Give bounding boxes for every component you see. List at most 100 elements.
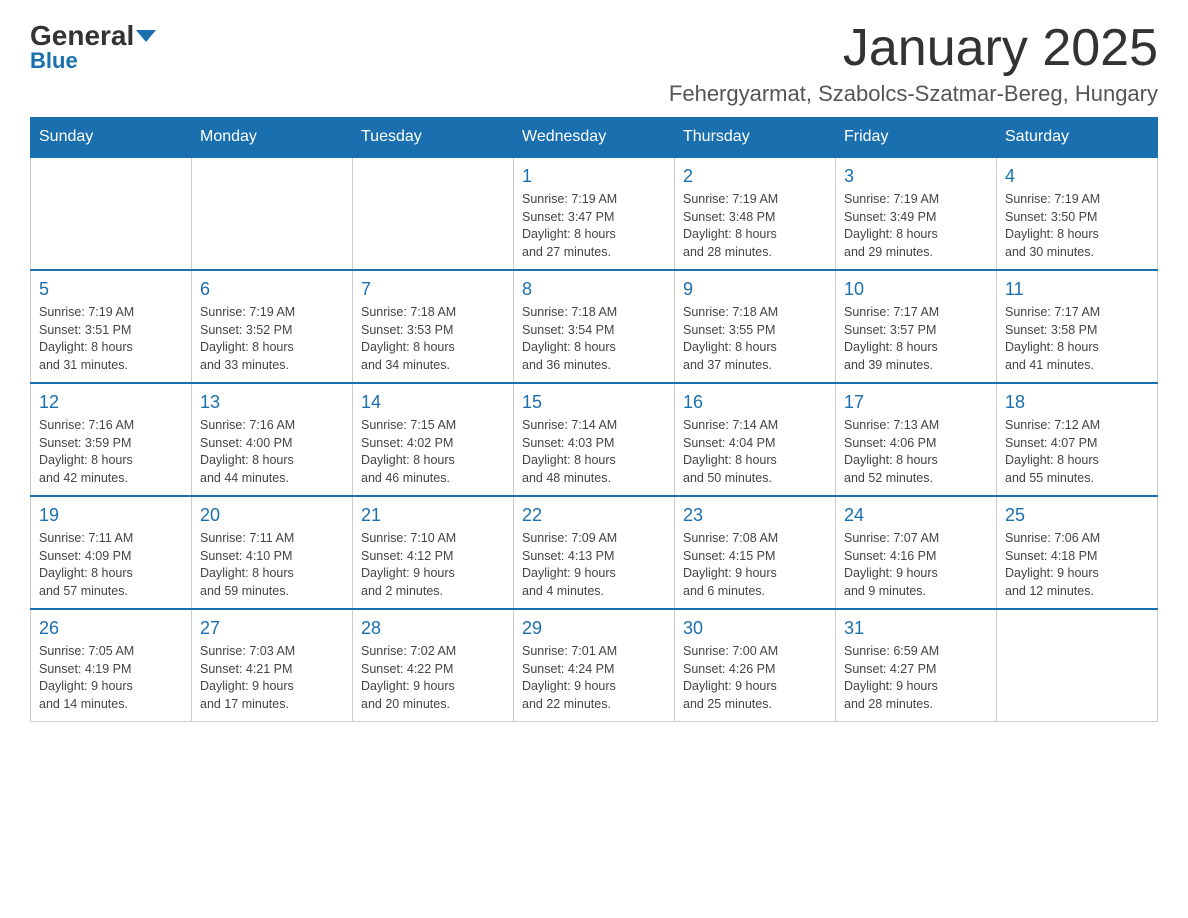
weekday-header-monday: Monday <box>192 118 353 158</box>
weekday-header-friday: Friday <box>836 118 997 158</box>
day-number: 20 <box>200 505 344 526</box>
calendar-table: SundayMondayTuesdayWednesdayThursdayFrid… <box>30 117 1158 722</box>
calendar-cell: 19Sunrise: 7:11 AMSunset: 4:09 PMDayligh… <box>31 496 192 609</box>
page-header: General Blue January 2025 Fehergyarmat, … <box>30 20 1158 107</box>
day-number: 25 <box>1005 505 1149 526</box>
day-number: 31 <box>844 618 988 639</box>
weekday-header-sunday: Sunday <box>31 118 192 158</box>
day-number: 7 <box>361 279 505 300</box>
day-number: 1 <box>522 166 666 187</box>
calendar-cell: 26 Sunrise: 7:05 AMSunset: 4:19 PMDayligh… <box>31 609 192 722</box>
week-row-3: 12Sunrise: 7:16 AMSunset: 3:59 PMDayligh… <box>31 383 1158 496</box>
day-number: 21 <box>361 505 505 526</box>
day-info: Sunrise: 7:19 AMSunset: 3:52 PMDaylight:… <box>200 304 344 374</box>
day-info: Sunrise: 7:08 AMSunset: 4:15 PMDaylight:… <box>683 530 827 600</box>
week-row-5: 26 Sunrise: 7:05 AMSunset: 4:19 PMDayligh… <box>31 609 1158 722</box>
calendar-cell: 27 Sunrise: 7:03 AMSunset: 4:21 PMDayligh… <box>192 609 353 722</box>
calendar-cell: 14 Sunrise: 7:15 AMSunset: 4:02 PMDayligh… <box>353 383 514 496</box>
weekday-header-wednesday: Wednesday <box>514 118 675 158</box>
calendar-cell: 5 Sunrise: 7:19 AMSunset: 3:51 PMDaylight… <box>31 270 192 383</box>
day-number: 26 <box>39 618 183 639</box>
day-info: Sunrise: 7:19 AMSunset: 3:51 PMDaylight:… <box>39 304 183 374</box>
day-number: 9 <box>683 279 827 300</box>
weekday-header-thursday: Thursday <box>675 118 836 158</box>
day-number: 15 <box>522 392 666 413</box>
calendar-cell: 3Sunrise: 7:19 AMSunset: 3:49 PMDaylight… <box>836 157 997 270</box>
calendar-cell: 1 Sunrise: 7:19 AMSunset: 3:47 PMDaylight… <box>514 157 675 270</box>
calendar-cell: 31 Sunrise: 6:59 AMSunset: 4:27 PMDayligh… <box>836 609 997 722</box>
calendar-cell <box>192 157 353 270</box>
day-number: 28 <box>361 618 505 639</box>
day-info: Sunrise: 7:18 AMSunset: 3:54 PMDaylight:… <box>522 304 666 374</box>
calendar-cell: 30 Sunrise: 7:00 AMSunset: 4:26 PMDayligh… <box>675 609 836 722</box>
day-info: Sunrise: 7:05 AMSunset: 4:19 PMDaylight:… <box>39 643 183 713</box>
week-row-4: 19Sunrise: 7:11 AMSunset: 4:09 PMDayligh… <box>31 496 1158 609</box>
weekday-header-row: SundayMondayTuesdayWednesdayThursdayFrid… <box>31 118 1158 158</box>
calendar-cell: 12Sunrise: 7:16 AMSunset: 3:59 PMDayligh… <box>31 383 192 496</box>
calendar-cell <box>31 157 192 270</box>
day-info: Sunrise: 7:07 AMSunset: 4:16 PMDaylight:… <box>844 530 988 600</box>
day-info: Sunrise: 7:11 AMSunset: 4:09 PMDaylight:… <box>39 530 183 600</box>
calendar-cell: 13Sunrise: 7:16 AMSunset: 4:00 PMDayligh… <box>192 383 353 496</box>
day-info: Sunrise: 7:18 AMSunset: 3:53 PMDaylight:… <box>361 304 505 374</box>
calendar-cell: 6Sunrise: 7:19 AMSunset: 3:52 PMDaylight… <box>192 270 353 383</box>
day-info: Sunrise: 7:19 AMSunset: 3:48 PMDaylight:… <box>683 191 827 261</box>
day-info: Sunrise: 7:06 AMSunset: 4:18 PMDaylight:… <box>1005 530 1149 600</box>
calendar-cell: 20 Sunrise: 7:11 AMSunset: 4:10 PMDayligh… <box>192 496 353 609</box>
day-info: Sunrise: 7:03 AMSunset: 4:21 PMDaylight:… <box>200 643 344 713</box>
calendar-cell: 9 Sunrise: 7:18 AMSunset: 3:55 PMDaylight… <box>675 270 836 383</box>
day-info: Sunrise: 7:16 AMSunset: 4:00 PMDaylight:… <box>200 417 344 487</box>
day-number: 24 <box>844 505 988 526</box>
logo-triangle-icon <box>136 30 156 42</box>
day-info: Sunrise: 7:15 AMSunset: 4:02 PMDaylight:… <box>361 417 505 487</box>
day-info: Sunrise: 7:09 AMSunset: 4:13 PMDaylight:… <box>522 530 666 600</box>
day-info: Sunrise: 7:19 AMSunset: 3:47 PMDaylight:… <box>522 191 666 261</box>
day-number: 2 <box>683 166 827 187</box>
calendar-cell: 17 Sunrise: 7:13 AMSunset: 4:06 PMDayligh… <box>836 383 997 496</box>
weekday-header-saturday: Saturday <box>997 118 1158 158</box>
day-number: 3 <box>844 166 988 187</box>
calendar-cell: 28 Sunrise: 7:02 AMSunset: 4:22 PMDayligh… <box>353 609 514 722</box>
day-number: 5 <box>39 279 183 300</box>
calendar-cell: 21 Sunrise: 7:10 AMSunset: 4:12 PMDayligh… <box>353 496 514 609</box>
title-block: January 2025 Fehergyarmat, Szabolcs-Szat… <box>669 20 1158 107</box>
day-info: Sunrise: 7:02 AMSunset: 4:22 PMDaylight:… <box>361 643 505 713</box>
calendar-cell: 10 Sunrise: 7:17 AMSunset: 3:57 PMDayligh… <box>836 270 997 383</box>
day-info: Sunrise: 7:10 AMSunset: 4:12 PMDaylight:… <box>361 530 505 600</box>
calendar-subtitle: Fehergyarmat, Szabolcs-Szatmar-Bereg, Hu… <box>669 81 1158 107</box>
calendar-cell: 15Sunrise: 7:14 AMSunset: 4:03 PMDayligh… <box>514 383 675 496</box>
calendar-cell: 4Sunrise: 7:19 AMSunset: 3:50 PMDaylight… <box>997 157 1158 270</box>
calendar-cell <box>353 157 514 270</box>
day-info: Sunrise: 7:17 AMSunset: 3:57 PMDaylight:… <box>844 304 988 374</box>
calendar-title: January 2025 <box>669 20 1158 77</box>
calendar-cell: 23 Sunrise: 7:08 AMSunset: 4:15 PMDayligh… <box>675 496 836 609</box>
day-number: 27 <box>200 618 344 639</box>
day-number: 29 <box>522 618 666 639</box>
logo: General Blue <box>30 20 156 74</box>
calendar-cell: 2 Sunrise: 7:19 AMSunset: 3:48 PMDaylight… <box>675 157 836 270</box>
day-number: 23 <box>683 505 827 526</box>
day-number: 10 <box>844 279 988 300</box>
calendar-cell: 25 Sunrise: 7:06 AMSunset: 4:18 PMDayligh… <box>997 496 1158 609</box>
day-info: Sunrise: 7:11 AMSunset: 4:10 PMDaylight:… <box>200 530 344 600</box>
day-number: 18 <box>1005 392 1149 413</box>
calendar-cell: 18Sunrise: 7:12 AMSunset: 4:07 PMDayligh… <box>997 383 1158 496</box>
logo-blue: Blue <box>30 48 78 74</box>
calendar-cell: 16 Sunrise: 7:14 AMSunset: 4:04 PMDayligh… <box>675 383 836 496</box>
calendar-cell: 8Sunrise: 7:18 AMSunset: 3:54 PMDaylight… <box>514 270 675 383</box>
day-info: Sunrise: 7:14 AMSunset: 4:04 PMDaylight:… <box>683 417 827 487</box>
day-number: 17 <box>844 392 988 413</box>
day-number: 12 <box>39 392 183 413</box>
day-info: Sunrise: 7:13 AMSunset: 4:06 PMDaylight:… <box>844 417 988 487</box>
day-info: Sunrise: 7:18 AMSunset: 3:55 PMDaylight:… <box>683 304 827 374</box>
calendar-cell <box>997 609 1158 722</box>
day-number: 22 <box>522 505 666 526</box>
calendar-cell: 7 Sunrise: 7:18 AMSunset: 3:53 PMDaylight… <box>353 270 514 383</box>
weekday-header-tuesday: Tuesday <box>353 118 514 158</box>
day-info: Sunrise: 6:59 AMSunset: 4:27 PMDaylight:… <box>844 643 988 713</box>
day-number: 30 <box>683 618 827 639</box>
day-number: 16 <box>683 392 827 413</box>
day-info: Sunrise: 7:00 AMSunset: 4:26 PMDaylight:… <box>683 643 827 713</box>
day-info: Sunrise: 7:17 AMSunset: 3:58 PMDaylight:… <box>1005 304 1149 374</box>
day-number: 14 <box>361 392 505 413</box>
